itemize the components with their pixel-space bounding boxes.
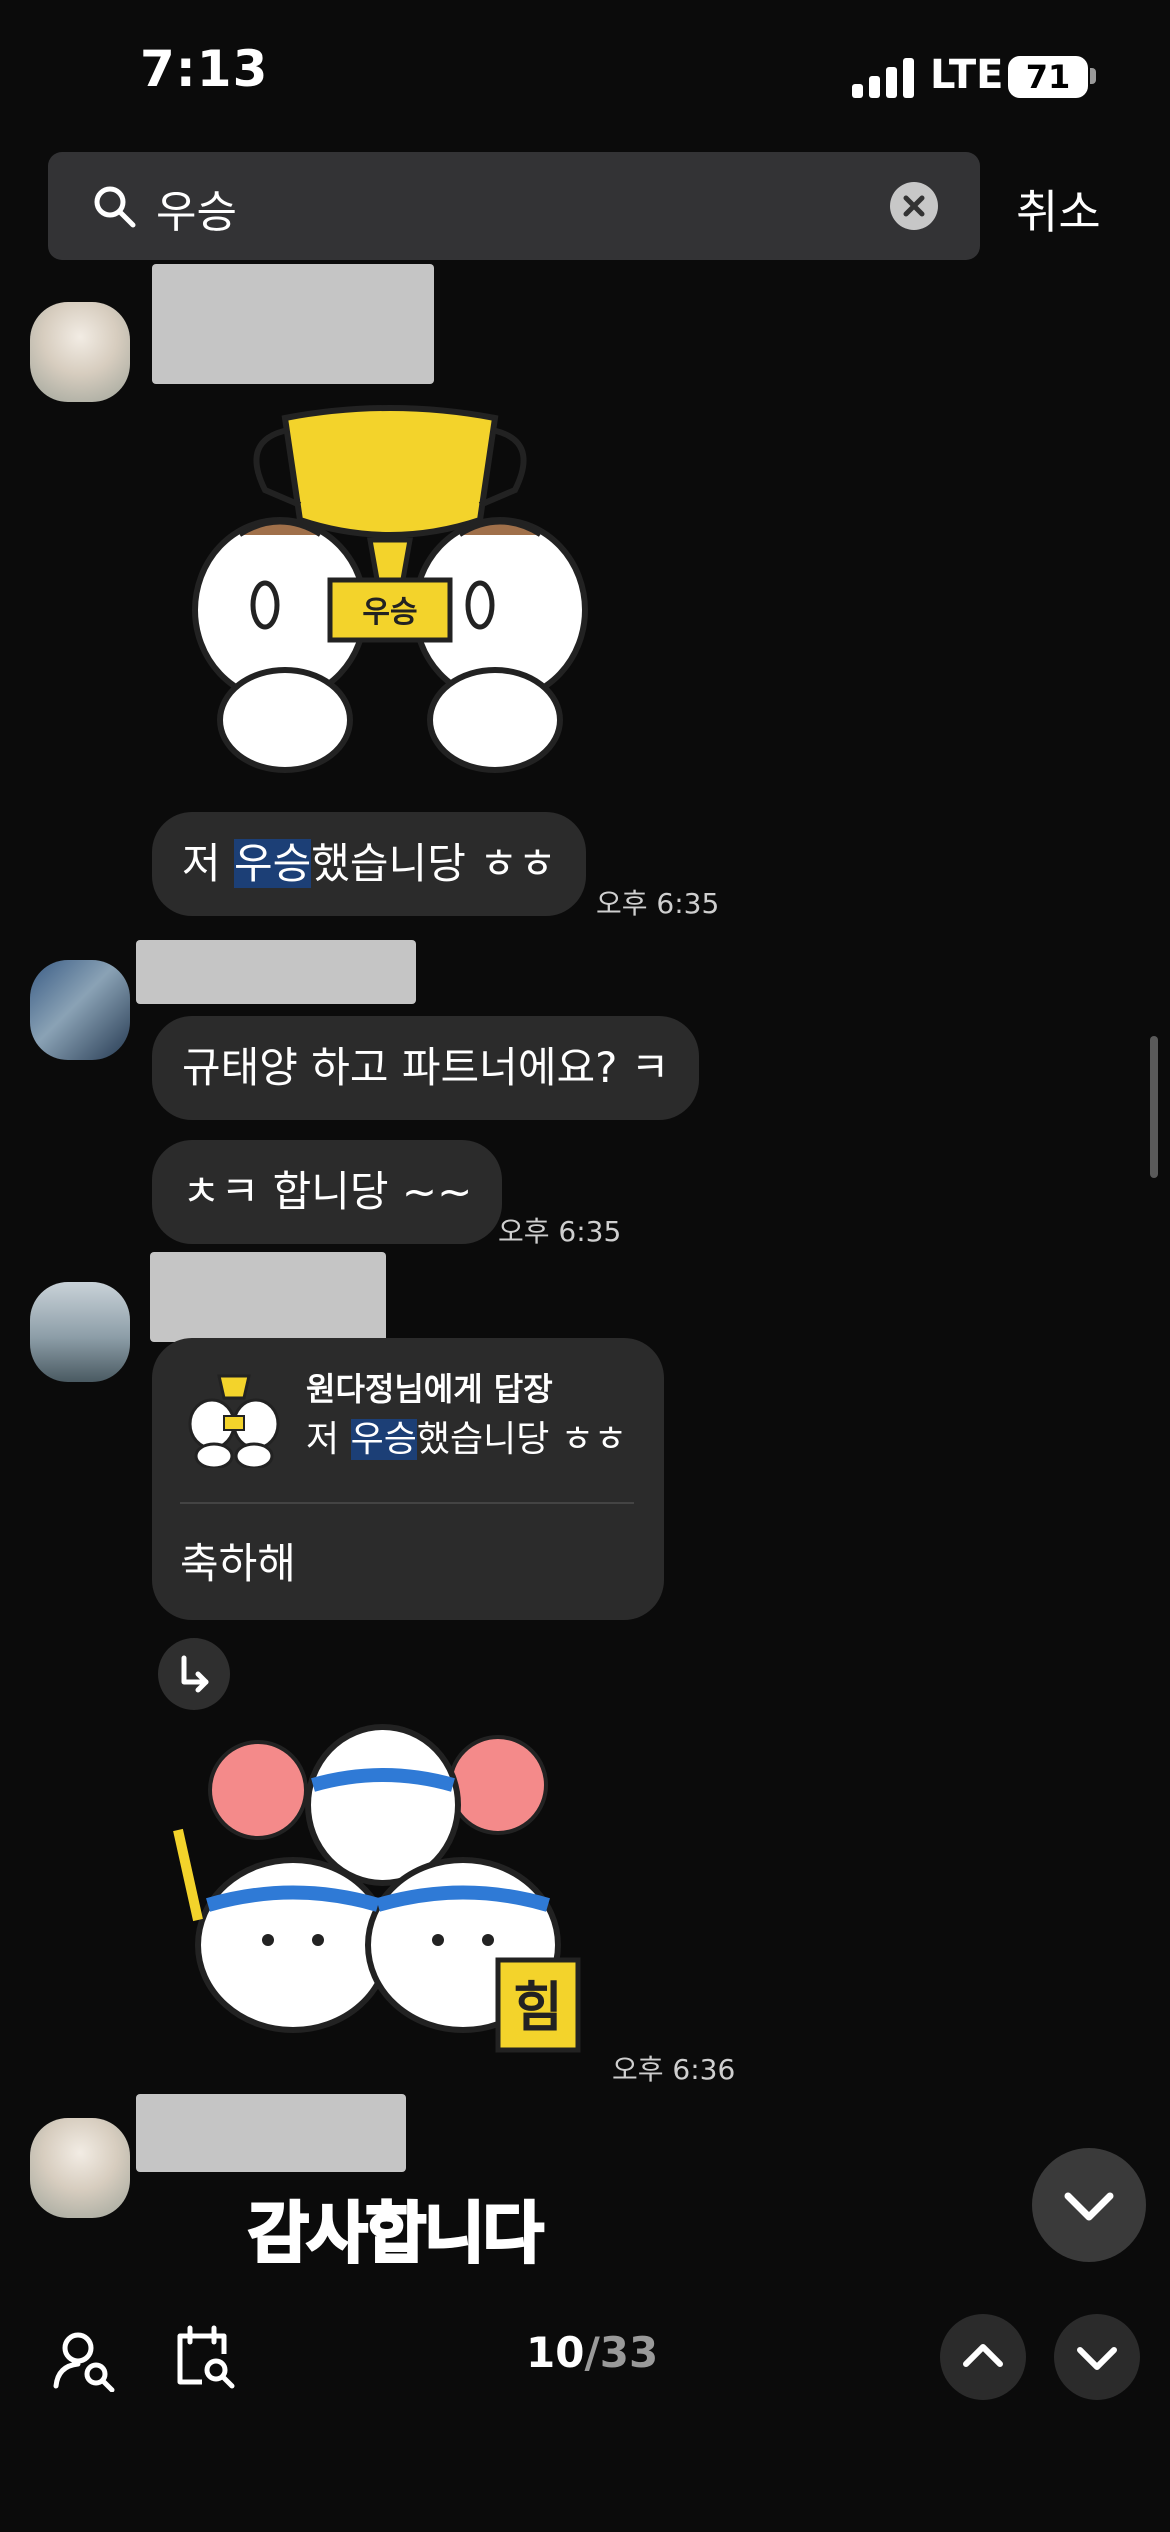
- current-result: 10: [526, 2328, 585, 2377]
- date-search-icon[interactable]: [172, 2324, 238, 2390]
- message-bubble[interactable]: 저 우승했습니당 ㅎㅎ: [152, 812, 587, 916]
- cellular-signal-icon: [852, 58, 914, 98]
- avatar[interactable]: [30, 1282, 130, 1382]
- scrollbar[interactable]: [1150, 1036, 1158, 1178]
- chevron-up-icon: [963, 2344, 1003, 2367]
- sender-name-redacted: [136, 940, 416, 1004]
- message-text-before: 저: [182, 839, 234, 888]
- search-highlight: 우승: [350, 1419, 417, 1460]
- message-text-after: 했습니당 ㅎㅎ: [311, 839, 557, 888]
- message-bubble[interactable]: 규태양 하고 파트너에요? ㅋ: [152, 1016, 700, 1120]
- quote-text-before: 저: [306, 1419, 351, 1460]
- member-search-icon[interactable]: [52, 2328, 116, 2392]
- sender-name-redacted: [150, 1252, 386, 1342]
- reply-message-text: 축하해: [180, 1539, 296, 1588]
- battery-tip: [1090, 68, 1096, 84]
- message-timestamp: 오후 6:35: [498, 1215, 622, 1248]
- trophy-sign-label: 우승: [362, 595, 417, 630]
- sender-name-redacted: [136, 2094, 406, 2172]
- avatar[interactable]: [30, 302, 130, 402]
- total-results: 33: [599, 2328, 659, 2377]
- search-highlight: 우승: [234, 839, 312, 888]
- trophy-sticker: 우승: [192, 405, 588, 773]
- cheer-sign-label: 힘: [513, 1976, 563, 2039]
- chevron-down-icon: [1064, 2192, 1114, 2221]
- reply-quote: 저 우승했습니당 ㅎㅎ: [306, 1410, 627, 1462]
- previous-result-button[interactable]: [940, 2314, 1026, 2400]
- avatar[interactable]: [30, 960, 130, 1060]
- battery-icon: 71: [1008, 56, 1088, 98]
- cancel-button[interactable]: 취소: [1016, 176, 1101, 242]
- next-result-button[interactable]: [1054, 2314, 1140, 2400]
- counter-separator: /: [584, 2328, 600, 2377]
- chevron-down-icon: [1077, 2347, 1117, 2370]
- reply-to-label: 원다정님에게 답장: [306, 1370, 553, 1408]
- sender-name-redacted: [152, 264, 434, 384]
- avatar[interactable]: [30, 2118, 130, 2218]
- reply-thumbnail-sticker: [188, 1374, 280, 1468]
- cheer-sticker: 힘: [173, 1724, 581, 2053]
- status-time: 7:13: [140, 40, 269, 98]
- search-icon: [94, 186, 136, 228]
- message-bubble[interactable]: ㅊㅋ 합니당 ~~: [152, 1140, 503, 1244]
- message-timestamp: 오후 6:36: [612, 2053, 736, 2086]
- search-result-counter: 10/33: [526, 2328, 658, 2377]
- quote-text-after: 했습니당 ㅎㅎ: [416, 1419, 627, 1460]
- search-input[interactable]: 우승: [156, 176, 237, 240]
- network-type: LTE: [930, 52, 1004, 98]
- clear-search-button[interactable]: [890, 182, 938, 230]
- message-timestamp: 오후 6:35: [596, 887, 720, 920]
- thanks-sticker-text: 감사합니다: [247, 2194, 546, 2274]
- close-icon: [903, 195, 925, 217]
- scroll-to-bottom-button[interactable]: [1032, 2148, 1146, 2262]
- reply-divider: [180, 1502, 634, 1504]
